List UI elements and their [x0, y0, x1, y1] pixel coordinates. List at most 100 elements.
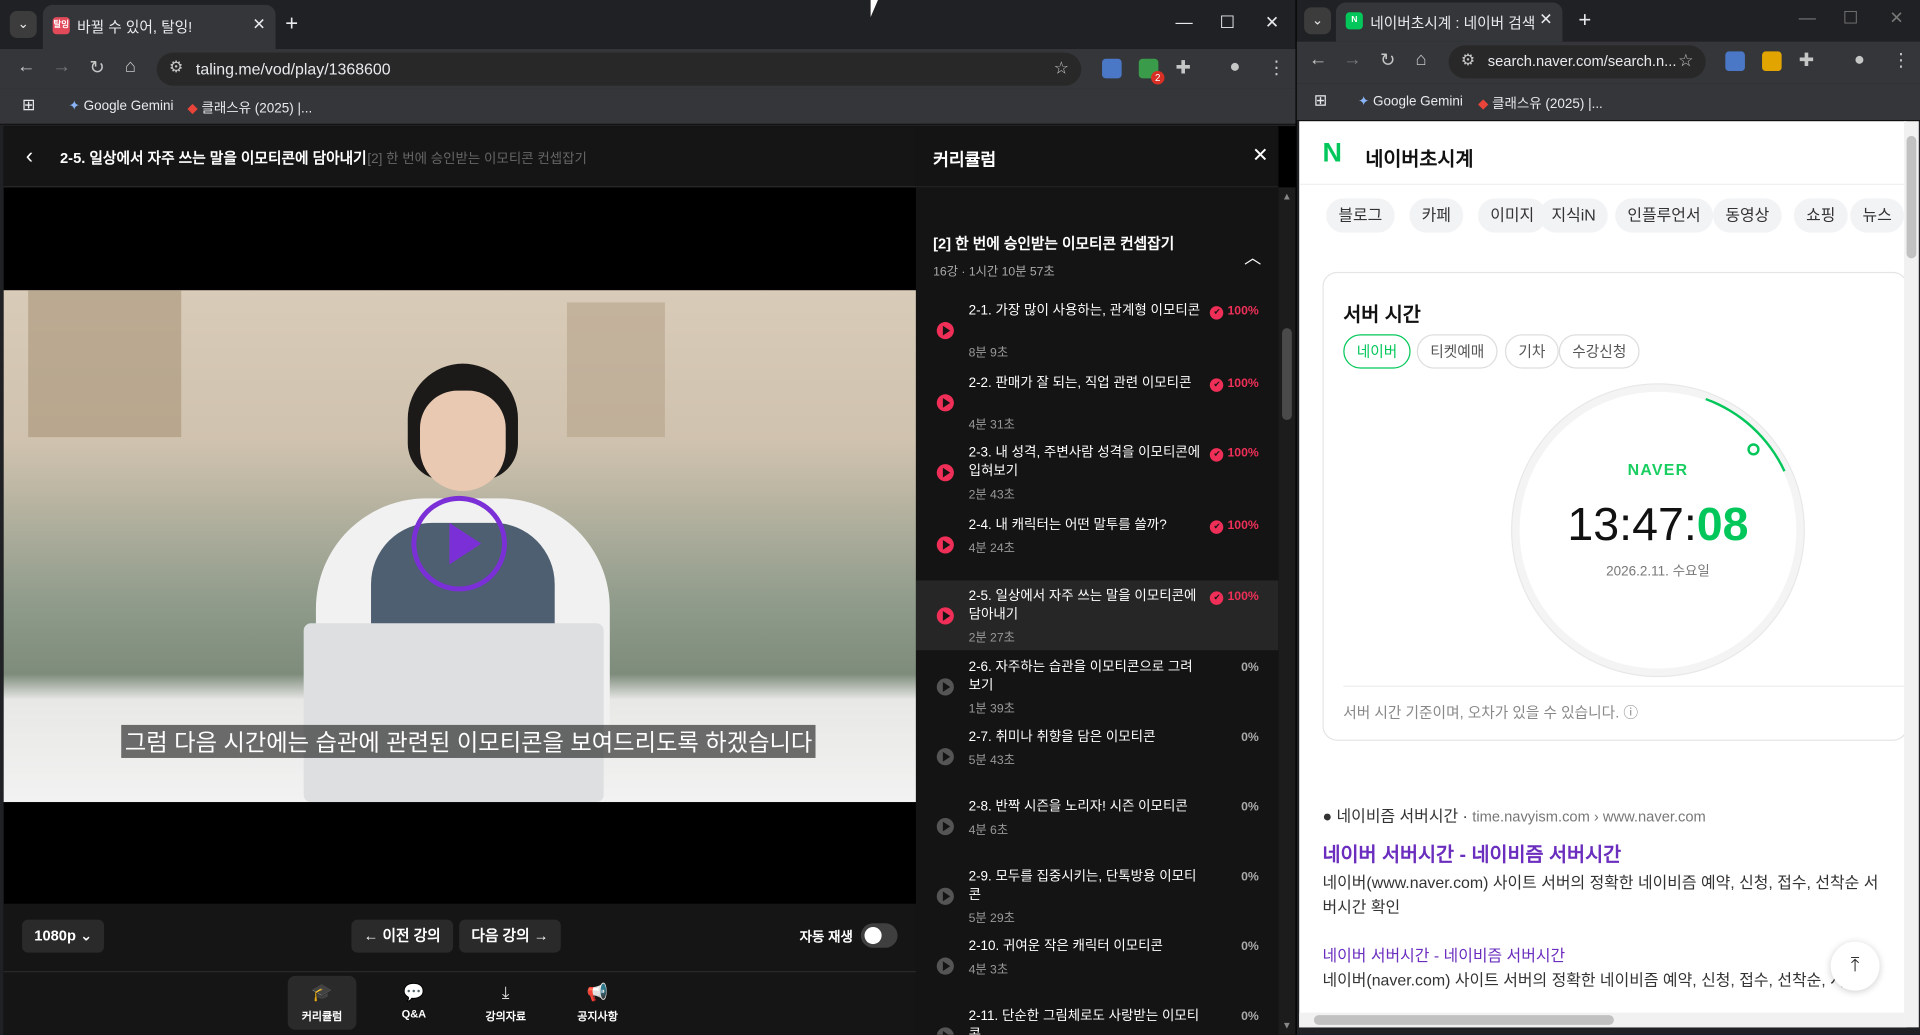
- bookmark-gemini[interactable]: ✦ Google Gemini: [1358, 93, 1463, 109]
- lecture-item[interactable]: 2-8. 반짝 시즌을 노리자! 시즌 이모티콘 4분 6초 0%: [916, 791, 1278, 860]
- extension-icon[interactable]: [1762, 51, 1782, 72]
- lecture-item[interactable]: 2-6. 자주하는 습관을 이모티콘으로 그려보기 1분 39초 0%: [916, 651, 1278, 720]
- lecture-item[interactable]: 2-1. 가장 많이 사용하는, 관계형 이모티콘 8분 9초 100%: [916, 295, 1278, 365]
- apps-grid-icon[interactable]: ⊞: [22, 96, 35, 116]
- profile-icon[interactable]: ●: [1229, 56, 1240, 77]
- back-arrow-icon[interactable]: ‹: [26, 143, 33, 169]
- new-tab-button[interactable]: +: [285, 11, 298, 35]
- apps-grid-icon[interactable]: ⊞: [1314, 91, 1327, 111]
- minimize-button[interactable]: —: [1176, 12, 1193, 32]
- source-naver[interactable]: 네이버: [1343, 334, 1411, 369]
- lecture-item[interactable]: 2-7. 취미나 취향을 담은 이모티콘 5분 43초 0%: [916, 721, 1278, 790]
- bookmark-star-icon[interactable]: ☆: [1678, 50, 1693, 71]
- bookmark-star-icon[interactable]: ☆: [1054, 58, 1069, 79]
- search-tab[interactable]: 블로그: [1326, 198, 1395, 233]
- scroll-thumb[interactable]: [1282, 328, 1292, 421]
- puzzle-icon[interactable]: ✚: [1799, 49, 1814, 71]
- tab-search-button[interactable]: ⌄: [9, 11, 37, 38]
- result-source[interactable]: ● 네이비즘 서버시간 · time.navyism.com › www.nav…: [1322, 803, 1705, 826]
- close-tab-icon[interactable]: ✕: [1539, 10, 1552, 30]
- search-tab[interactable]: 이미지: [1477, 198, 1547, 233]
- close-panel-icon[interactable]: ✕: [1252, 143, 1268, 167]
- nav-curriculum[interactable]: 🎓 커리큘럼: [287, 975, 357, 1030]
- lecture-item[interactable]: 2-3. 내 성격, 주변사람 성격을 이모티콘에 입혀보기 2분 43초 100%: [916, 437, 1278, 509]
- horizontal-scrollbar[interactable]: [1299, 1012, 1905, 1028]
- naver-logo-icon[interactable]: N: [1322, 139, 1349, 167]
- source-train[interactable]: 기차: [1504, 334, 1559, 369]
- close-window-button[interactable]: ✕: [1889, 7, 1903, 28]
- section-header[interactable]: [2] 한 번에 승인받는 이모티콘 컨셉잡기 16강 · 1시간 10분 57…: [933, 233, 1174, 279]
- scroll-down-icon[interactable]: ▼: [1282, 1020, 1292, 1031]
- home-icon[interactable]: ⌂: [125, 56, 136, 77]
- site-info-icon[interactable]: ⚙: [1461, 50, 1475, 70]
- search-tab[interactable]: 인플루언서: [1615, 198, 1713, 233]
- search-tab[interactable]: 쇼핑: [1793, 198, 1848, 233]
- autoplay-toggle[interactable]: [860, 923, 898, 948]
- tab-naver[interactable]: N 네이버초시계 : 네이버 검색 ✕: [1335, 2, 1563, 42]
- bookmark-classu[interactable]: ◆ 클래스유 (2025) |...: [187, 98, 312, 118]
- tab-taling[interactable]: 탈잉 바뀔 수 있어, 탈잉! ✕: [42, 4, 276, 49]
- close-window-button[interactable]: ✕: [1265, 12, 1279, 33]
- profile-icon[interactable]: ●: [1854, 49, 1865, 70]
- source-course[interactable]: 수강신청: [1558, 334, 1640, 369]
- extension-badge-icon[interactable]: 2: [1138, 58, 1165, 85]
- back-icon[interactable]: ←: [17, 56, 35, 77]
- menu-dots-icon[interactable]: ⋮: [1267, 56, 1285, 79]
- bookmark-gemini[interactable]: ✦ Google Gemini: [69, 98, 174, 114]
- lecture-item[interactable]: 2-5. 일상에서 자주 쓰는 말을 이모티콘에 담아내기 2분 27초 100%: [915, 580, 1279, 651]
- search-tab[interactable]: 동영상: [1713, 198, 1782, 233]
- scroll-thumb[interactable]: [1906, 135, 1917, 259]
- nav-materials[interactable]: ⤓ 강의자료: [471, 976, 540, 1030]
- scroll-to-top-button[interactable]: ⤒: [1830, 941, 1880, 991]
- source-ticket[interactable]: 티켓예매: [1416, 334, 1498, 369]
- home-icon[interactable]: ⌂: [1416, 49, 1427, 70]
- clock-icon: ●: [1322, 806, 1333, 826]
- page-scrollbar[interactable]: [1904, 121, 1919, 1028]
- curriculum-title: 커리큘럼: [933, 149, 997, 169]
- address-bar[interactable]: ⚙ taling.me/vod/play/1368600 ☆: [156, 52, 1082, 86]
- digital-time: 13:47:08: [1567, 499, 1749, 552]
- address-bar[interactable]: ⚙ search.naver.com/search.n... ☆: [1448, 45, 1706, 79]
- reload-icon[interactable]: ↻: [1380, 49, 1395, 71]
- extension-icon[interactable]: [1102, 58, 1122, 79]
- info-icon[interactable]: ⓘ: [1623, 704, 1638, 721]
- new-tab-button[interactable]: +: [1578, 7, 1591, 31]
- minimize-button[interactable]: —: [1799, 7, 1816, 27]
- maximize-button[interactable]: ☐: [1843, 7, 1858, 28]
- lecture-item[interactable]: 2-2. 판매가 잘 되는, 직업 관련 이모티콘 4분 31초 100%: [916, 367, 1278, 434]
- forward-icon[interactable]: →: [53, 56, 71, 77]
- scroll-up-icon[interactable]: ▲: [1282, 191, 1292, 202]
- prev-lecture-button[interactable]: ← 이전 강의: [351, 919, 453, 953]
- lecture-item[interactable]: 2-9. 모두를 집중시키는, 단톡방용 이모티콘 5분 29초 0%: [916, 861, 1278, 930]
- nav-notices[interactable]: 📢 공지사항: [563, 976, 632, 1030]
- search-tab[interactable]: 뉴스: [1850, 198, 1905, 233]
- reload-icon[interactable]: ↻: [89, 56, 104, 79]
- next-lecture-button[interactable]: 다음 강의 →: [459, 919, 561, 953]
- back-icon[interactable]: ←: [1309, 49, 1327, 70]
- curriculum-scrollbar[interactable]: ▲ ▼: [1278, 187, 1296, 1035]
- tab-search-button[interactable]: ⌄: [1304, 7, 1332, 35]
- search-tab[interactable]: 지식iN: [1539, 198, 1609, 233]
- close-tab-icon[interactable]: ✕: [252, 15, 265, 35]
- site-info-icon[interactable]: ⚙: [169, 58, 183, 78]
- puzzle-icon[interactable]: ✚: [1176, 56, 1191, 79]
- result-title-link[interactable]: 네이버 서버시간 - 네이비즘 서버시간: [1322, 838, 1621, 867]
- tab-strip: ⌄ 탈잉 바뀔 수 있어, 탈잉! ✕ + — ☐ ✕: [0, 0, 1296, 49]
- nav-qna[interactable]: 💬 Q&A: [380, 976, 449, 1030]
- chevron-up-icon[interactable]: ︿: [1244, 245, 1261, 269]
- bookmark-classu[interactable]: ◆ 클래스유 (2025) |...: [1478, 93, 1603, 113]
- lecture-item[interactable]: 2-4. 내 캐릭터는 어떤 말투를 쓸까? 4분 24초 100%: [916, 509, 1278, 578]
- result-sublink[interactable]: 네이버 서버시간 - 네이비즘 서버시간: [1322, 943, 1565, 966]
- scroll-thumb[interactable]: [1313, 1015, 1614, 1025]
- maximize-button[interactable]: ☐: [1220, 12, 1235, 33]
- video-frame[interactable]: 그럼 다음 시간에는 습관에 관련된 이모티콘을 보여드리도록 하겠습니다: [3, 290, 916, 803]
- forward-icon[interactable]: →: [1343, 49, 1361, 70]
- extension-icon[interactable]: [1725, 51, 1745, 72]
- menu-dots-icon[interactable]: ⋮: [1892, 49, 1910, 71]
- play-button-icon[interactable]: [411, 495, 507, 592]
- lecture-item[interactable]: 2-10. 귀여운 작은 캐릭터 이모티콘 4분 3초 0%: [916, 931, 1278, 1000]
- lecture-item[interactable]: 2-11. 단순한 그림체로도 사랑받는 이모티콘 0%: [916, 1000, 1278, 1035]
- lecture-title: 2-8. 반짝 시즌을 노리자! 시즌 이모티콘: [968, 799, 1188, 815]
- quality-select[interactable]: 1080p ⌄: [22, 919, 105, 953]
- search-tab[interactable]: 카페: [1409, 198, 1464, 233]
